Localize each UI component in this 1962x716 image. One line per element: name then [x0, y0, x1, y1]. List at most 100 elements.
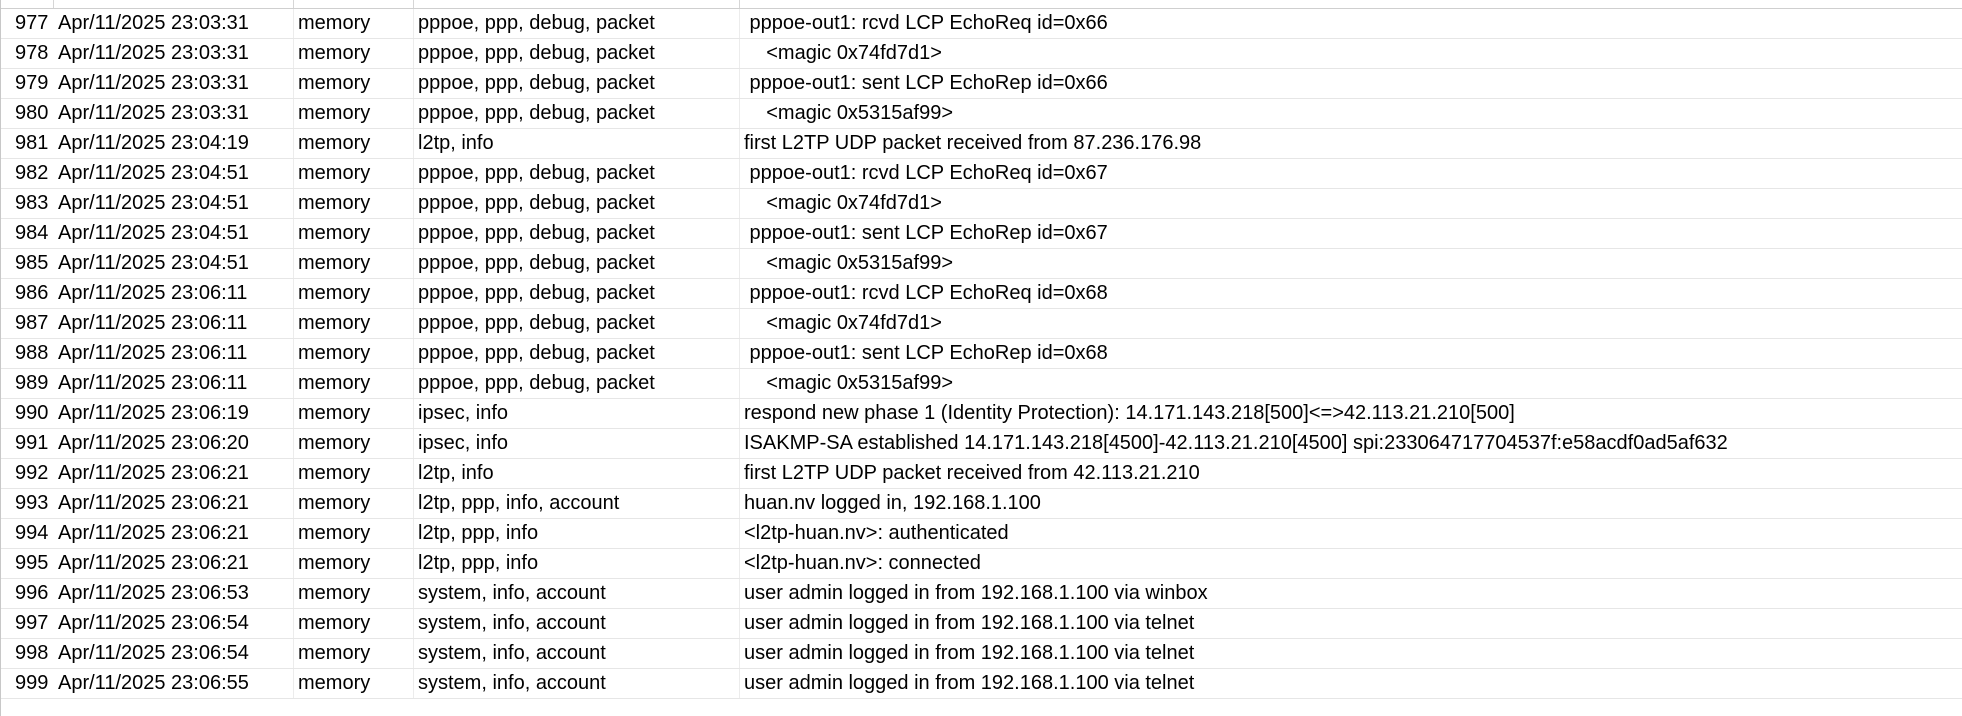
header-col-time[interactable]: [54, 0, 294, 8]
row-id: 977: [15, 12, 49, 34]
row-id: 997: [15, 612, 49, 634]
row-buffer: memory: [294, 99, 414, 128]
row-message: first L2TP UDP packet received from 42.1…: [744, 462, 1200, 484]
row-topics: l2tp, ppp, info, account: [414, 489, 740, 518]
row-buffer: memory: [294, 639, 414, 668]
row-message: pppoe-out1: rcvd LCP EchoReq id=0x66: [744, 12, 1108, 34]
table-row[interactable]: 999 Apr/11/2025 23:06:55 memory system, inf…: [1, 669, 1962, 699]
table-row[interactable]: 988 Apr/11/2025 23:06:11 memory pppoe, ppp,…: [1, 339, 1962, 369]
row-time: Apr/11/2025 23:06:54: [54, 609, 294, 638]
row-id: 984: [15, 222, 49, 244]
table-row[interactable]: 993 Apr/11/2025 23:06:21 memory l2tp, ppp, …: [1, 489, 1962, 519]
row-topics: pppoe, ppp, debug, packet: [414, 69, 740, 98]
row-id: 990: [15, 402, 49, 424]
row-buffer: memory: [294, 219, 414, 248]
row-id: 992: [15, 462, 49, 484]
row-topics: l2tp, ppp, info: [414, 519, 740, 548]
row-topics: ipsec, info: [414, 429, 740, 458]
row-time: Apr/11/2025 23:06:53: [54, 579, 294, 608]
row-id: 991: [15, 432, 49, 454]
row-id: 983: [15, 192, 49, 214]
row-message: <l2tp-huan.nv>: connected: [744, 552, 981, 574]
row-topics: system, info, account: [414, 609, 740, 638]
row-topics: system, info, account: [414, 669, 740, 698]
row-time: Apr/11/2025 23:06:11: [54, 369, 294, 398]
row-time: Apr/11/2025 23:06:21: [54, 519, 294, 548]
row-id: 995: [15, 552, 49, 574]
row-buffer: memory: [294, 39, 414, 68]
table-row[interactable]: 992 Apr/11/2025 23:06:21 memory l2tp, info f…: [1, 459, 1962, 489]
row-message: <magic 0x74fd7d1>: [744, 192, 942, 214]
row-buffer: memory: [294, 279, 414, 308]
table-row[interactable]: 980 Apr/11/2025 23:03:31 memory pppoe, ppp,…: [1, 99, 1962, 129]
table-row[interactable]: 986 Apr/11/2025 23:06:11 memory pppoe, ppp,…: [1, 279, 1962, 309]
row-id: 996: [15, 582, 49, 604]
header-col-buffer[interactable]: [294, 0, 414, 8]
row-id: 980: [15, 102, 49, 124]
row-buffer: memory: [294, 249, 414, 278]
row-message: ISAKMP-SA established 14.171.143.218[450…: [744, 432, 1728, 454]
row-topics: system, info, account: [414, 579, 740, 608]
row-buffer: memory: [294, 609, 414, 638]
row-id: 979: [15, 72, 49, 94]
row-topics: pppoe, ppp, debug, packet: [414, 159, 740, 188]
row-id: 993: [15, 492, 49, 514]
table-row[interactable]: 984 Apr/11/2025 23:04:51 memory pppoe, ppp,…: [1, 219, 1962, 249]
row-id: 978: [15, 42, 49, 64]
table-row[interactable]: 995 Apr/11/2025 23:06:21 memory l2tp, ppp, …: [1, 549, 1962, 579]
table-row[interactable]: 979 Apr/11/2025 23:03:31 memory pppoe, ppp,…: [1, 69, 1962, 99]
row-buffer: memory: [294, 519, 414, 548]
header-col-topics[interactable]: [414, 0, 740, 8]
row-topics: ipsec, info: [414, 399, 740, 428]
row-topics: pppoe, ppp, debug, packet: [414, 339, 740, 368]
row-message: huan.nv logged in, 192.168.1.100: [744, 492, 1041, 514]
row-buffer: memory: [294, 669, 414, 698]
row-time: Apr/11/2025 23:06:11: [54, 279, 294, 308]
table-row[interactable]: 990 Apr/11/2025 23:06:19 memory ipsec, info…: [1, 399, 1962, 429]
table-row[interactable]: 982 Apr/11/2025 23:04:51 memory pppoe, ppp,…: [1, 159, 1962, 189]
row-message: pppoe-out1: rcvd LCP EchoReq id=0x67: [744, 162, 1108, 184]
table-row[interactable]: 985 Apr/11/2025 23:04:51 memory pppoe, ppp,…: [1, 249, 1962, 279]
row-buffer: memory: [294, 369, 414, 398]
table-row[interactable]: 978 Apr/11/2025 23:03:31 memory pppoe, ppp,…: [1, 39, 1962, 69]
row-id: 986: [15, 282, 49, 304]
row-time: Apr/11/2025 23:03:31: [54, 39, 294, 68]
row-message: <magic 0x5315af99>: [744, 252, 954, 274]
table-row[interactable]: 983 Apr/11/2025 23:04:51 memory pppoe, ppp,…: [1, 189, 1962, 219]
row-time: Apr/11/2025 23:06:11: [54, 309, 294, 338]
row-id: 994: [15, 522, 49, 544]
row-message: pppoe-out1: sent LCP EchoRep id=0x68: [744, 342, 1108, 364]
table-row[interactable]: 987 Apr/11/2025 23:06:11 memory pppoe, ppp,…: [1, 309, 1962, 339]
row-time: Apr/11/2025 23:04:51: [54, 249, 294, 278]
row-time: Apr/11/2025 23:03:31: [54, 69, 294, 98]
row-buffer: memory: [294, 549, 414, 578]
table-row[interactable]: 989 Apr/11/2025 23:06:11 memory pppoe, ppp,…: [1, 369, 1962, 399]
table-row[interactable]: 977 Apr/11/2025 23:03:31 memory pppoe, ppp,…: [1, 9, 1962, 39]
table-row[interactable]: 991 Apr/11/2025 23:06:20 memory ipsec, info…: [1, 429, 1962, 459]
header-col-id[interactable]: [1, 0, 54, 8]
header-col-message[interactable]: [740, 0, 1962, 8]
row-time: Apr/11/2025 23:04:51: [54, 219, 294, 248]
row-time: Apr/11/2025 23:04:51: [54, 159, 294, 188]
table-row[interactable]: 998 Apr/11/2025 23:06:54 memory system, inf…: [1, 639, 1962, 669]
row-time: Apr/11/2025 23:06:11: [54, 339, 294, 368]
row-message: <magic 0x5315af99>: [744, 372, 954, 394]
row-topics: pppoe, ppp, debug, packet: [414, 369, 740, 398]
row-topics: l2tp, info: [414, 129, 740, 158]
row-buffer: memory: [294, 9, 414, 38]
row-topics: pppoe, ppp, debug, packet: [414, 9, 740, 38]
row-id: 988: [15, 342, 49, 364]
table-row[interactable]: 994 Apr/11/2025 23:06:21 memory l2tp, ppp, …: [1, 519, 1962, 549]
row-topics: pppoe, ppp, debug, packet: [414, 279, 740, 308]
table-row[interactable]: 996 Apr/11/2025 23:06:53 memory system, inf…: [1, 579, 1962, 609]
row-time: Apr/11/2025 23:06:21: [54, 549, 294, 578]
row-topics: l2tp, ppp, info: [414, 549, 740, 578]
row-buffer: memory: [294, 159, 414, 188]
table-row[interactable]: 997 Apr/11/2025 23:06:54 memory system, inf…: [1, 609, 1962, 639]
row-topics: pppoe, ppp, debug, packet: [414, 249, 740, 278]
row-buffer: memory: [294, 189, 414, 218]
row-message: <magic 0x5315af99>: [744, 102, 954, 124]
row-message: user admin logged in from 192.168.1.100 …: [744, 672, 1195, 694]
row-topics: pppoe, ppp, debug, packet: [414, 219, 740, 248]
table-row[interactable]: 981 Apr/11/2025 23:04:19 memory l2tp, info f…: [1, 129, 1962, 159]
